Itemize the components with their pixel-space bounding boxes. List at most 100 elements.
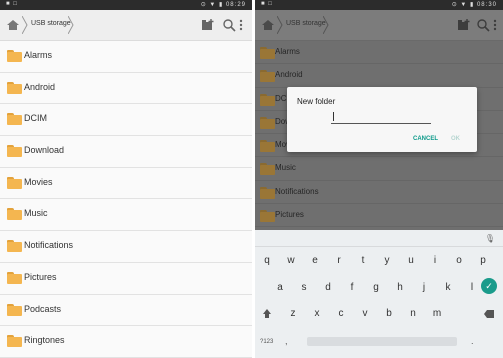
file-manager-panel-left: ■ □ ⊙ ▼ ▮ 08:29 USB storage Alarms Androi… xyxy=(0,0,252,358)
overflow-menu-icon[interactable] xyxy=(492,18,498,32)
key-l[interactable]: l xyxy=(464,282,480,293)
folder-name: Alarms xyxy=(275,47,300,56)
key-g[interactable]: g xyxy=(368,282,384,293)
key-k[interactable]: k xyxy=(440,282,456,293)
folder-icon xyxy=(260,70,275,83)
folder-icon xyxy=(7,145,22,158)
microphone-icon[interactable]: 🎙︎ xyxy=(485,234,495,243)
folder-row-android[interactable]: Android xyxy=(0,73,252,105)
key-j[interactable]: j xyxy=(416,282,432,293)
new-folder-icon[interactable] xyxy=(457,18,471,32)
folder-name: Alarms xyxy=(24,50,53,60)
space-bar[interactable] xyxy=(307,337,457,346)
folder-icon xyxy=(7,176,22,189)
comma-key[interactable]: , xyxy=(285,336,288,346)
status-right-icons: ⊙ ▼ ▮ 08:30 xyxy=(451,2,497,8)
ok-button[interactable]: OK xyxy=(451,136,460,142)
new-folder-icon[interactable] xyxy=(201,18,215,32)
key-q[interactable]: q xyxy=(259,255,275,266)
folder-name: Android xyxy=(24,81,56,92)
home-icon[interactable] xyxy=(6,19,20,31)
key-z[interactable]: z xyxy=(285,308,301,319)
folder-row-alarms[interactable]: Alarms xyxy=(255,41,503,65)
folder-icon xyxy=(7,113,22,126)
folder-row-notifications[interactable]: Notifications xyxy=(0,231,252,263)
key-y[interactable]: y xyxy=(379,255,395,266)
folder-icon xyxy=(7,335,22,348)
folder-name: Pictures xyxy=(24,271,57,282)
key-f[interactable]: f xyxy=(344,282,360,293)
key-a[interactable]: a xyxy=(272,282,288,293)
chevron-right-icon xyxy=(22,16,28,34)
folder-row-podcasts[interactable]: Podcasts xyxy=(0,295,252,327)
folder-name-input[interactable] xyxy=(331,109,431,124)
key-w[interactable]: w xyxy=(283,255,299,266)
folder-icon xyxy=(260,140,275,153)
search-icon[interactable] xyxy=(476,18,490,32)
folder-row-pictures[interactable]: Pictures xyxy=(0,263,252,295)
key-n[interactable]: n xyxy=(405,308,421,319)
folder-icon xyxy=(260,47,275,59)
folder-icon xyxy=(260,163,275,176)
cancel-button[interactable]: CANCEL xyxy=(413,136,438,142)
key-d[interactable]: d xyxy=(320,282,336,293)
folder-row-alarms[interactable]: Alarms xyxy=(0,41,252,73)
key-x[interactable]: x xyxy=(309,308,325,319)
key-v[interactable]: v xyxy=(357,308,373,319)
breadcrumb-usb-storage[interactable]: USB storage xyxy=(286,20,326,27)
backspace-icon[interactable] xyxy=(483,309,495,319)
folder-icon xyxy=(7,50,22,62)
folder-name: Notifications xyxy=(275,186,319,196)
soft-keyboard: 🎙︎ qwertyuiop asdfghjkl zxcvbnm ✓ ?123 ,… xyxy=(255,230,503,358)
new-folder-dialog: New folder CANCEL OK xyxy=(287,87,477,152)
folder-row-movies[interactable]: Movies xyxy=(0,168,252,200)
numbers-key[interactable]: ?123 xyxy=(260,339,273,345)
text-cursor xyxy=(333,112,334,121)
folder-name: Podcasts xyxy=(24,303,62,314)
folder-icon xyxy=(7,81,22,94)
folder-name: Notifications xyxy=(24,240,74,251)
key-r[interactable]: r xyxy=(331,255,347,266)
key-h[interactable]: h xyxy=(392,282,408,293)
key-b[interactable]: b xyxy=(381,308,397,319)
overflow-menu-icon[interactable] xyxy=(238,18,244,32)
period-key[interactable]: . xyxy=(471,336,474,346)
folder-icon xyxy=(260,210,275,223)
shift-icon[interactable] xyxy=(262,308,272,320)
folder-row-android[interactable]: Android xyxy=(255,64,503,88)
folder-icon xyxy=(7,271,22,284)
breadcrumb-toolbar: USB storage xyxy=(255,10,503,41)
folder-icon xyxy=(7,240,22,253)
suggestion-strip: 🎙︎ xyxy=(255,230,503,247)
status-left-icons: ■ □ xyxy=(261,1,273,7)
key-m[interactable]: m xyxy=(429,308,445,319)
folder-row-ringtones[interactable]: Ringtones xyxy=(0,326,252,358)
folder-name: Movies xyxy=(24,176,53,187)
folder-row-music[interactable]: Music xyxy=(255,157,503,181)
key-o[interactable]: o xyxy=(451,255,467,266)
folder-name: DCIM xyxy=(24,113,47,124)
key-c[interactable]: c xyxy=(333,308,349,319)
enter-check-icon[interactable]: ✓ xyxy=(481,278,497,294)
home-icon[interactable] xyxy=(261,19,275,31)
folder-row-dcim[interactable]: DCIM xyxy=(0,104,252,137)
key-t[interactable]: t xyxy=(355,255,371,266)
folder-row-notifications[interactable]: Notifications xyxy=(255,181,503,205)
chevron-right-icon xyxy=(323,16,329,34)
breadcrumb-usb-storage[interactable]: USB storage xyxy=(31,20,71,27)
folder-icon xyxy=(260,116,275,129)
folder-icon xyxy=(260,186,275,199)
status-left-icons: ■ □ xyxy=(6,1,18,7)
key-e[interactable]: e xyxy=(307,255,323,266)
status-bar: ■ □ ⊙ ▼ ▮ 08:30 xyxy=(255,0,503,10)
chevron-right-icon xyxy=(277,16,283,34)
key-s[interactable]: s xyxy=(296,282,312,293)
folder-row-download[interactable]: Download xyxy=(0,136,252,168)
folder-row-pictures[interactable]: Pictures xyxy=(255,204,503,228)
folder-row-music[interactable]: Music xyxy=(0,199,252,232)
search-icon[interactable] xyxy=(222,18,236,32)
key-u[interactable]: u xyxy=(403,255,419,266)
folder-name: Android xyxy=(275,70,303,80)
key-i[interactable]: i xyxy=(427,255,443,266)
key-p[interactable]: p xyxy=(475,255,491,266)
